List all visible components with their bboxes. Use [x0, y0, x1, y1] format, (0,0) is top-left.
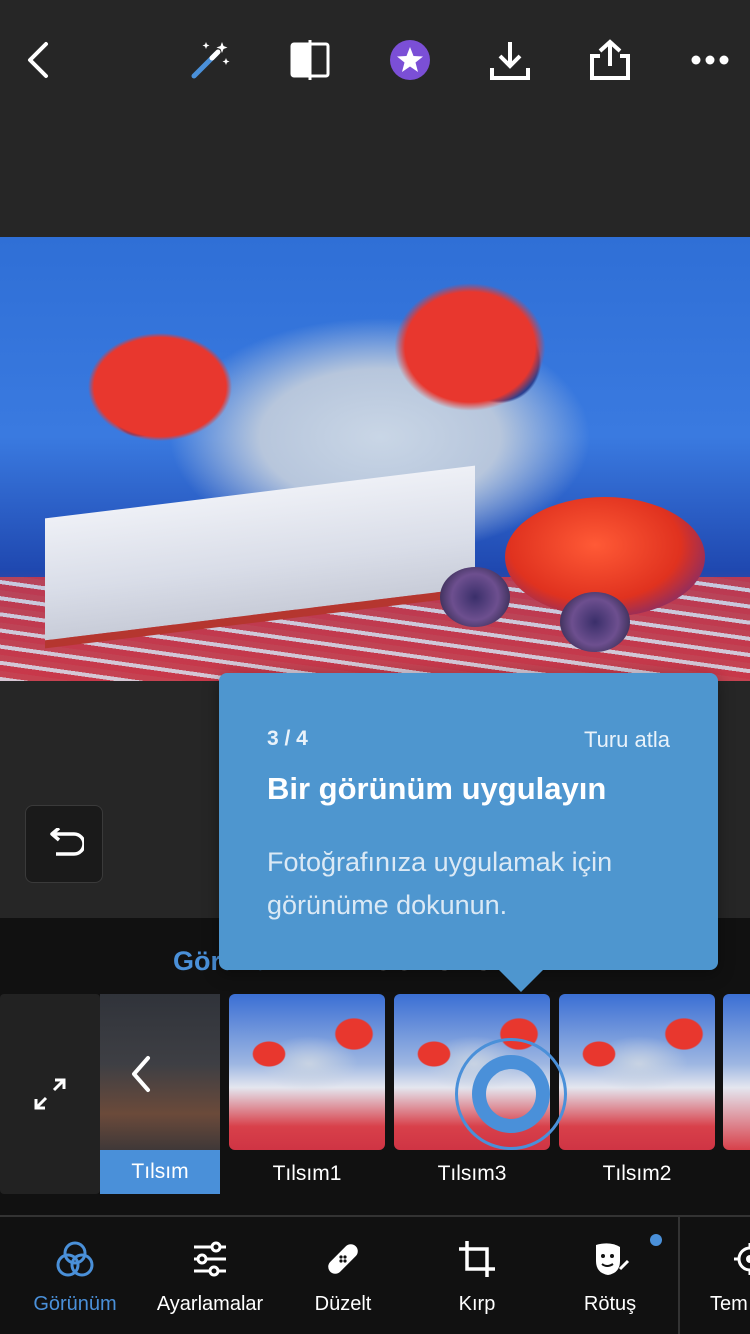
tour-step-counter: 3 / 4: [267, 727, 308, 750]
nav-item-looks[interactable]: Görünüm: [20, 1217, 130, 1334]
magic-wand-icon: [191, 42, 230, 79]
share-button[interactable]: [580, 30, 640, 90]
looks-icon: [56, 1241, 94, 1277]
new-badge-dot: [650, 1234, 662, 1246]
nav-item-heal[interactable]: Düzelt: [293, 1217, 393, 1334]
nav-item-retouch[interactable]: Rötuş: [560, 1217, 660, 1334]
sliders-icon: [194, 1241, 226, 1277]
look-thumbnail[interactable]: [229, 994, 385, 1150]
nav-item-crop[interactable]: Kırp: [427, 1217, 527, 1334]
look-group-tile[interactable]: Tılsım: [100, 994, 220, 1194]
look-thumbnail-label: Tılsım3: [437, 1162, 507, 1185]
crop-icon: [459, 1241, 495, 1277]
compare-button[interactable]: [280, 30, 340, 90]
onboarding-tooltip: 3 / 4 Turu atla Bir görünüm uygulayın Fo…: [219, 673, 718, 992]
undo-icon: [50, 828, 84, 856]
download-button[interactable]: [480, 30, 540, 90]
photo-preview[interactable]: [0, 237, 750, 681]
undo-button[interactable]: [25, 805, 103, 883]
tooltip-title: Bir görünüm uygulayın: [267, 771, 607, 806]
look-thumbnail[interactable]: [559, 994, 715, 1150]
star-badge-icon: [390, 40, 430, 80]
nav-item-label: Kırp: [458, 1293, 496, 1315]
download-icon: [490, 42, 530, 80]
look-thumbnail[interactable]: [723, 994, 750, 1150]
look-thumbnail-label: Tılsım2: [602, 1162, 672, 1185]
nav-item-label: Rötuş: [583, 1293, 637, 1315]
tooltip-body: Fotoğrafınıza uygulamak için görünüme do…: [267, 847, 613, 920]
photo-pinecone: [560, 592, 630, 652]
chevron-left-icon: [28, 42, 48, 78]
nav-item-label: Görünüm: [33, 1293, 117, 1315]
look-group-label: Tılsım: [100, 1150, 220, 1194]
premium-button[interactable]: [380, 30, 440, 90]
compare-icon: [290, 40, 330, 80]
nav-item-presets[interactable]: Tem: [700, 1217, 750, 1334]
top-toolbar: [0, 0, 750, 120]
more-button[interactable]: [680, 30, 740, 90]
expand-icon: [34, 1078, 66, 1110]
retouch-icon: [596, 1243, 630, 1275]
gear-icon: [734, 1243, 750, 1275]
look-thumbnail-label: Tılsım1: [272, 1162, 342, 1185]
auto-enhance-button[interactable]: [180, 30, 240, 90]
nav-item-label: Düzelt: [314, 1293, 372, 1315]
back-button[interactable]: [10, 30, 70, 90]
tap-indicator: [455, 1038, 567, 1150]
more-icon: [691, 55, 729, 65]
photo-pinecone: [440, 567, 510, 627]
expand-button[interactable]: [0, 994, 100, 1194]
nav-item-label: Ayarlamalar: [156, 1293, 264, 1315]
chevron-left-icon: [132, 1056, 150, 1092]
bandage-icon: [328, 1244, 358, 1274]
skip-tour-link[interactable]: Turu atla: [584, 727, 670, 753]
nav-item-adjustments[interactable]: Ayarlamalar: [150, 1217, 270, 1334]
share-icon: [590, 39, 630, 80]
bottom-nav: Görünüm Ayarlamalar Düzelt Kırp Rötuş Te…: [0, 1215, 750, 1334]
nav-divider: [678, 1217, 680, 1334]
nav-item-label: Tem: [710, 1293, 748, 1315]
